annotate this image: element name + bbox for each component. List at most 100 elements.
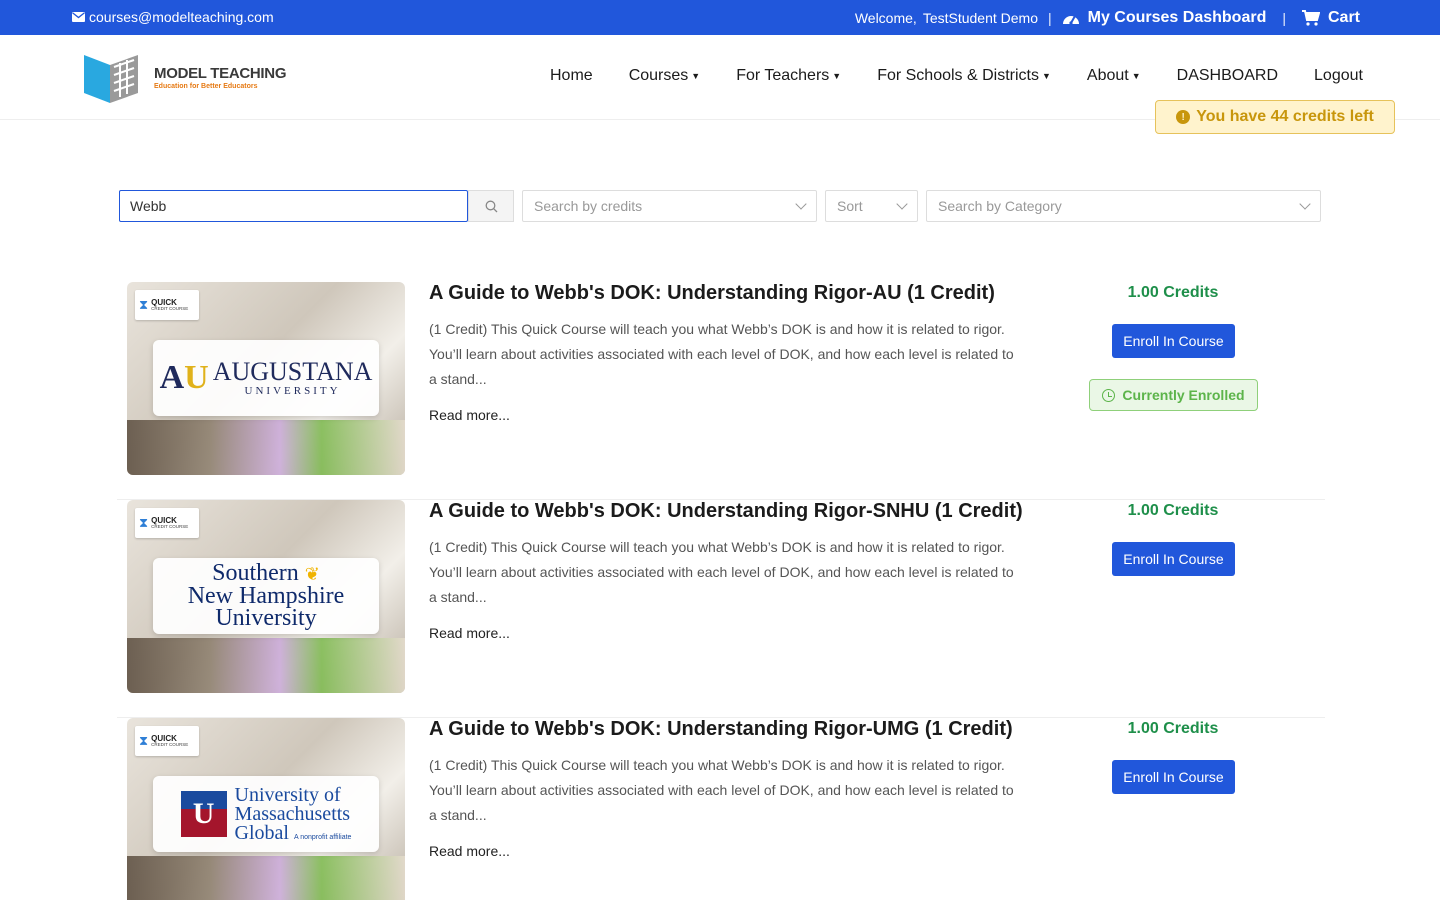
augustana-logo-mark: AU [159,359,209,396]
university-logo-card: AU AUGUSTANA UNIVERSITY [153,340,379,416]
university-name: AUGUSTANA [212,357,373,386]
read-more-link[interactable]: Read more... [429,843,510,859]
university-logo-card: Southern ❦ New Hampshire University [153,558,379,634]
logo-affiliate: A nonprofit affiliate [293,833,352,841]
search-group [119,190,514,222]
thumbnail-background [127,420,405,475]
logo-brand: MODEL TEACHING [154,64,287,82]
course-title[interactable]: A Guide to Webb's DOK: Understanding Rig… [429,718,1013,741]
divider: | [1047,9,1052,26]
my-courses-dashboard-link[interactable]: My Courses Dashboard [1062,8,1267,27]
logo-line: University [215,605,317,632]
category-select-placeholder: Search by Category [938,198,1062,214]
sort-select-placeholder: Sort [837,198,863,214]
course-description: (1 Credit) This Quick Course will teach … [429,757,1014,823]
clock-icon [1102,388,1116,402]
thumbnail-background [127,638,405,693]
email-text: courses@modelteaching.com [89,9,274,25]
snhu-logo: Southern ❦ New Hampshire University [187,559,345,632]
course-thumbnail[interactable]: ⧗ QUICK CREDIT COURSE AU AUGUSTANA UNIVER… [127,282,405,475]
credits-notice-text: You have 44 credits left [1196,108,1374,125]
course-title[interactable]: A Guide to Webb's DOK: Understanding Rig… [429,282,995,305]
nav-for-schools[interactable]: For Schools & Districts ▼ [877,67,1051,85]
currently-enrolled-badge[interactable]: Currently Enrolled [1089,379,1258,411]
quick-credit-badge: ⧗ QUICK CREDIT COURSE [135,508,199,538]
enrolled-label: Currently Enrolled [1122,387,1245,403]
university-logo-card: U University of Massachusetts Global A n… [153,776,379,852]
course-thumbnail[interactable]: ⧗ QUICK CREDIT COURSE Southern ❦ New Hamp… [127,500,405,693]
hourglass-icon: ⧗ [139,515,149,530]
logo-line: Global [234,821,289,844]
cart-icon [1301,9,1320,26]
search-input[interactable] [119,190,468,222]
course-row: ⧗ QUICK CREDIT COURSE AU AUGUSTANA UNIVER… [117,282,1325,500]
umg-logo-mark: U [180,791,227,837]
nav-courses[interactable]: Courses ▼ [629,67,701,85]
badge-subtitle: CREDIT COURSE [151,523,189,529]
course-credits: 1.00 Credits [1127,284,1219,301]
course-credits: 1.00 Credits [1127,502,1219,519]
tachometer-icon [1062,15,1079,25]
caret-down-icon: ▼ [832,71,842,81]
read-more-link[interactable]: Read more... [429,625,510,641]
nav-label: For Schools & Districts [877,67,1039,84]
course-row: ⧗ QUICK CREDIT COURSE Southern ❦ New Hamp… [117,500,1325,718]
nav-home[interactable]: Home [550,67,593,85]
logo-line: University of [234,783,341,806]
cart-label: Cart [1327,8,1360,26]
nav-for-teachers[interactable]: For Teachers ▼ [736,67,841,85]
nav-about[interactable]: About ▼ [1087,67,1141,85]
info-icon: ! [1176,110,1191,124]
enroll-button[interactable]: Enroll In Course [1112,324,1235,358]
credits-select-placeholder: Search by credits [534,198,643,214]
chevron-down-icon [795,198,807,210]
credits-select[interactable]: Search by credits [522,190,817,222]
hourglass-icon: ⧗ [139,297,149,312]
nav-label: About [1086,67,1129,84]
university-sub: UNIVERSITY [244,385,341,397]
search-button[interactable] [468,190,514,222]
nav-dashboard[interactable]: DASHBOARD [1177,67,1278,85]
logo-tagline: Education for Better Educators [154,82,258,90]
nav-label: Home [550,67,593,84]
divider: | [1282,9,1286,26]
badge-subtitle: CREDIT COURSE [151,741,189,747]
course-row: ⧗ QUICK CREDIT COURSE U University of Mas… [117,718,1325,900]
chevron-down-icon [1299,198,1311,210]
welcome-label: Welcome, [854,9,917,26]
book-logo-icon [84,55,138,103]
nav-label: For Teachers [736,67,830,84]
cart-link[interactable]: Cart [1301,8,1360,27]
course-description: (1 Credit) This Quick Course will teach … [429,321,1014,387]
caret-down-icon: ▼ [1042,71,1051,81]
category-select[interactable]: Search by Category [926,190,1321,222]
top-bar: courses@modelteaching.com Welcome, TestS… [0,0,1440,35]
hourglass-icon: ⧗ [139,733,149,748]
enroll-button[interactable]: Enroll In Course [1112,542,1235,576]
site-logo[interactable]: MODEL TEACHING Education for Better Educ… [80,49,287,105]
credits-remaining-notice: ! You have 44 credits left [1155,100,1395,134]
enroll-button[interactable]: Enroll In Course [1112,760,1235,794]
caret-down-icon: ▼ [1131,71,1141,81]
course-thumbnail[interactable]: ⧗ QUICK CREDIT COURSE U University of Mas… [127,718,405,900]
sort-select[interactable]: Sort [825,190,918,222]
main-nav: Home Courses ▼ For Teachers ▼ For Schools … [550,67,1399,85]
nav-logout[interactable]: Logout [1314,67,1363,85]
umg-logo-text: University of Massachusetts Global A non… [234,783,352,844]
nav-label: Courses [628,67,689,84]
course-description: (1 Credit) This Quick Course will teach … [429,539,1014,605]
read-more-link[interactable]: Read more... [429,407,510,423]
quick-credit-badge: ⧗ QUICK CREDIT COURSE [135,726,199,756]
envelope-icon [72,12,85,22]
caret-down-icon: ▼ [691,71,701,81]
dashboard-label: My Courses Dashboard [1087,8,1267,26]
user-name: TestStudent Demo [922,9,1038,26]
logo-line: New Hampshire [187,582,345,609]
logo-line: Southern [212,559,299,586]
contact-email[interactable]: courses@modelteaching.com [72,9,274,25]
chevron-down-icon [896,198,908,210]
course-filters: Search by credits Sort Search by Categor… [119,190,1321,222]
thumbnail-background [127,856,405,900]
course-title[interactable]: A Guide to Webb's DOK: Understanding Rig… [429,500,1023,523]
search-icon [485,200,497,212]
